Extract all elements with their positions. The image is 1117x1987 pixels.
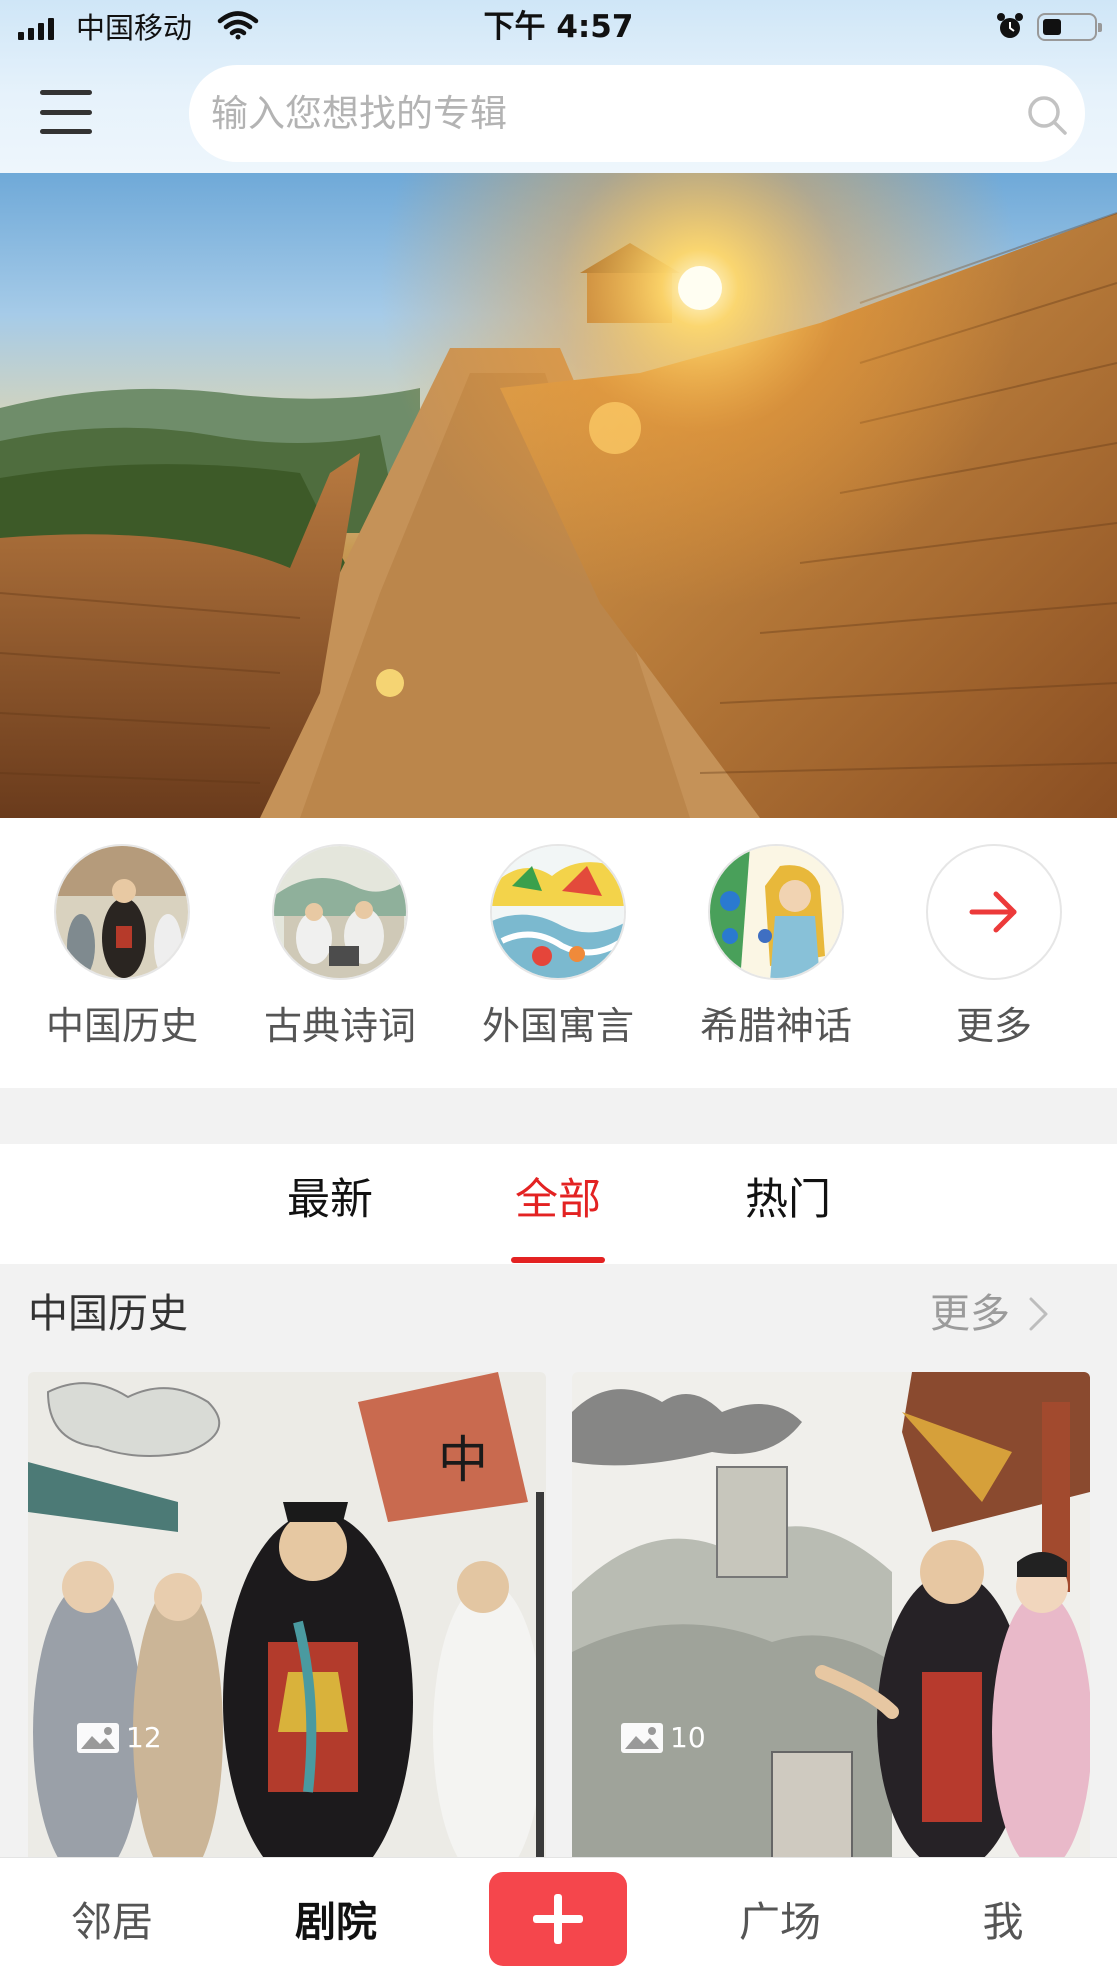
- tab-popular[interactable]: 热门: [718, 1172, 858, 1228]
- chevron-right-icon: [1029, 1297, 1048, 1331]
- photo-count-badge: 12: [76, 1721, 162, 1754]
- image-icon: [77, 1722, 119, 1753]
- category-thumbnail: [708, 844, 844, 980]
- svg-text:中: 中: [438, 1431, 488, 1489]
- category-thumbnail: [272, 844, 408, 980]
- banner-image[interactable]: [0, 173, 1117, 818]
- section-more-link[interactable]: 更多: [930, 1288, 1050, 1340]
- tab-bar: 最新 全部 热门: [0, 1144, 1117, 1264]
- nav-square[interactable]: 广场: [710, 1896, 850, 1948]
- search-bar[interactable]: [189, 65, 1085, 162]
- category-label: 希腊神话: [699, 1004, 852, 1048]
- category-chinese-history[interactable]: 中国历史: [32, 844, 212, 1050]
- search-icon[interactable]: [1025, 93, 1069, 137]
- category-thumbnail: [490, 844, 626, 980]
- nav-me[interactable]: 我: [933, 1896, 1073, 1948]
- category-more[interactable]: 更多: [904, 844, 1084, 1050]
- album-card[interactable]: 中 12: [28, 1372, 546, 1872]
- section-more-label: 更多: [930, 1291, 1010, 1337]
- alarm-icon: [997, 13, 1023, 38]
- album-card[interactable]: 10: [572, 1372, 1090, 1872]
- battery-icon: [1037, 13, 1102, 41]
- photo-count: 10: [670, 1721, 706, 1754]
- nav-theater[interactable]: 剧院: [266, 1896, 406, 1948]
- category-classic-poetry[interactable]: 古典诗词: [250, 844, 430, 1050]
- great-wall-illustration: [0, 173, 1117, 818]
- plus-icon[interactable]: [489, 1872, 627, 1966]
- arrow-right-icon: [969, 891, 1017, 933]
- section-divider: [0, 1088, 1117, 1144]
- status-time: 下午 4:57: [483, 9, 634, 45]
- nav-neighbors[interactable]: 邻居: [42, 1896, 182, 1948]
- category-row: 中国历史 古典诗词 外国寓言 希腊神话 更多: [0, 818, 1117, 1088]
- menu-icon[interactable]: [40, 90, 92, 134]
- tab-latest[interactable]: 最新: [260, 1172, 400, 1228]
- content-section: 中国历史 更多 中 12 10: [0, 1264, 1117, 1872]
- more-thumbnail: [926, 844, 1062, 980]
- category-label: 外国寓言: [481, 1004, 634, 1048]
- category-greek-mythology[interactable]: 希腊神话: [686, 844, 866, 1050]
- image-icon: [621, 1722, 663, 1753]
- app-screen: 中国移动 下午 4:57 输入您想找的专辑 中国历史 古典诗词 外国寓言 希腊神…: [0, 0, 1117, 1987]
- photo-count: 12: [126, 1721, 162, 1754]
- category-thumbnail: [54, 844, 190, 980]
- header: 中国移动 下午 4:57: [0, 0, 1117, 173]
- album-cover: [572, 1372, 1090, 1872]
- active-tab-indicator: [511, 1257, 605, 1263]
- album-cover: 中: [28, 1372, 546, 1872]
- search-input[interactable]: [211, 83, 991, 143]
- category-foreign-fables[interactable]: 外国寓言: [468, 844, 648, 1050]
- category-label: 古典诗词: [263, 1004, 416, 1048]
- section-title: 中国历史: [28, 1291, 188, 1337]
- category-label: 更多: [955, 1004, 1032, 1048]
- photo-count-badge: 10: [620, 1721, 706, 1754]
- status-bar: 中国移动 下午 4:57: [0, 0, 1117, 56]
- bottom-nav: 邻居 剧院 广场 我: [0, 1857, 1117, 1987]
- category-label: 中国历史: [45, 1004, 198, 1048]
- tab-all[interactable]: 全部: [488, 1172, 628, 1228]
